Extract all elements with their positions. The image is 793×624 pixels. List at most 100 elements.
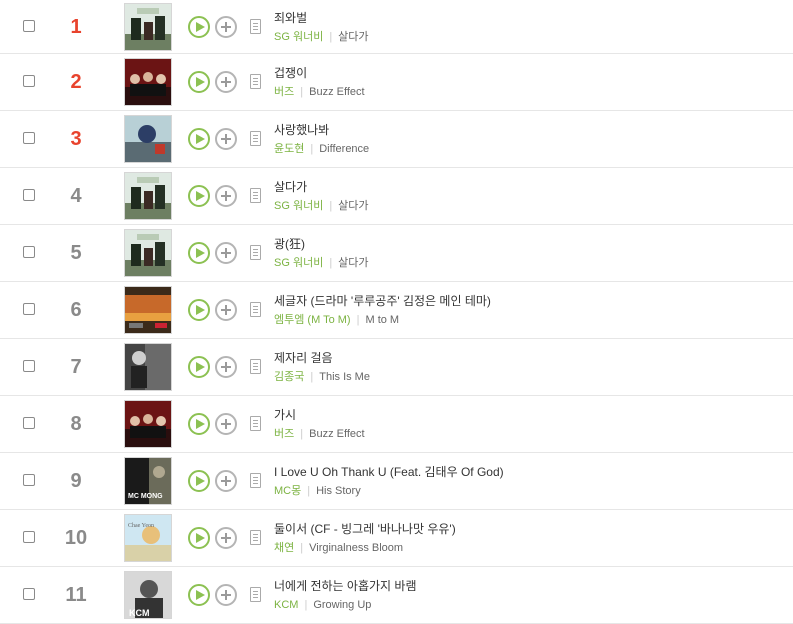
plus-icon[interactable] [215, 584, 237, 606]
select-checkbox[interactable] [23, 303, 35, 315]
lyrics-document-icon[interactable] [250, 473, 261, 488]
select-checkbox[interactable] [23, 531, 35, 543]
song-title[interactable]: 가시 [274, 407, 365, 423]
album-cover[interactable]: KCM [124, 571, 172, 619]
play-icon[interactable] [188, 356, 210, 378]
album-name[interactable]: 살다가 [338, 257, 368, 269]
artist-name[interactable]: 김종국 [274, 371, 304, 383]
lyrics-document-icon[interactable] [250, 530, 261, 545]
plus-icon[interactable] [215, 185, 237, 207]
album-name[interactable]: This Is Me [319, 371, 370, 383]
play-icon[interactable] [188, 527, 210, 549]
album-cover[interactable]: Chae Yeon [124, 514, 172, 562]
chart-row: 9 MC MONG I Love U Oh Thank U (Feat. 김태우… [0, 453, 793, 510]
play-icon[interactable] [188, 584, 210, 606]
select-checkbox[interactable] [23, 417, 35, 429]
song-title[interactable]: 광(狂) [274, 236, 369, 252]
play-icon[interactable] [188, 185, 210, 207]
song-title[interactable]: 너에게 전하는 아홉가지 바램 [274, 578, 416, 594]
select-checkbox[interactable] [23, 189, 35, 201]
chart-row: 2 겁쟁이 버즈 | Buzz Effect [0, 54, 793, 111]
select-checkbox[interactable] [23, 246, 35, 258]
select-checkbox[interactable] [23, 474, 35, 486]
separator: | [307, 485, 311, 497]
album-cover[interactable] [124, 400, 172, 448]
lyrics-document-icon[interactable] [250, 302, 261, 317]
lyrics-document-icon[interactable] [250, 359, 261, 374]
song-title[interactable]: 둘이서 (CF - 빙그레 '바나나맛 우유') [274, 521, 456, 537]
plus-icon[interactable] [215, 71, 237, 93]
play-icon[interactable] [188, 15, 210, 38]
play-icon[interactable] [188, 128, 210, 150]
separator: | [310, 143, 314, 155]
chart-row: 3 사랑했나봐 윤도현 | Difference [0, 111, 793, 168]
album-name[interactable]: His Story [316, 485, 361, 497]
rank-number: 1 [70, 15, 82, 38]
select-checkbox[interactable] [23, 360, 35, 372]
plus-icon[interactable] [215, 15, 237, 38]
plus-icon[interactable] [215, 413, 237, 435]
separator: | [329, 200, 333, 212]
album-cover[interactable] [124, 115, 172, 163]
plus-icon[interactable] [215, 470, 237, 492]
play-icon[interactable] [188, 299, 210, 321]
album-name[interactable]: Buzz Effect [309, 86, 364, 98]
song-title[interactable]: 겁쟁이 [274, 65, 365, 81]
album-cover[interactable] [124, 229, 172, 277]
artist-name[interactable]: 채연 [274, 542, 294, 554]
album-name[interactable]: 살다가 [338, 200, 368, 212]
lyrics-document-icon[interactable] [250, 74, 261, 89]
lyrics-document-icon[interactable] [250, 416, 261, 431]
album-cover[interactable] [124, 172, 172, 220]
album-name[interactable]: 살다가 [338, 31, 368, 43]
album-cover[interactable] [124, 286, 172, 334]
artist-name[interactable]: 엠투엠 (M To M) [274, 314, 351, 326]
song-title[interactable]: 살다가 [274, 179, 369, 195]
album-name[interactable]: Difference [319, 143, 369, 155]
plus-icon[interactable] [215, 128, 237, 150]
select-checkbox[interactable] [23, 75, 35, 87]
plus-icon[interactable] [215, 527, 237, 549]
artist-name[interactable]: 버즈 [274, 86, 294, 98]
select-checkbox[interactable] [23, 588, 35, 600]
song-info: 사랑했나봐 윤도현 | Difference [274, 122, 369, 157]
lyrics-document-icon[interactable] [250, 188, 261, 203]
play-icon[interactable] [188, 242, 210, 264]
song-meta: SG 워너비 | 살다가 [274, 255, 369, 271]
plus-icon[interactable] [215, 242, 237, 264]
play-icon[interactable] [188, 413, 210, 435]
album-cover[interactable] [124, 2, 172, 51]
play-icon[interactable] [188, 470, 210, 492]
album-cover[interactable] [124, 58, 172, 106]
select-checkbox[interactable] [23, 19, 35, 32]
song-title[interactable]: 사랑했나봐 [274, 122, 369, 138]
artist-name[interactable]: SG 워너비 [274, 257, 323, 269]
album-cover[interactable] [124, 343, 172, 391]
lyrics-document-icon[interactable] [250, 245, 261, 260]
song-title[interactable]: 세글자 (드라마 '루루공주' 김정은 메인 테마) [274, 293, 491, 309]
song-title[interactable]: I Love U Oh Thank U (Feat. 김태우 Of God) [274, 464, 504, 480]
lyrics-document-icon[interactable] [250, 587, 261, 602]
song-title[interactable]: 죄와벌 [274, 10, 369, 26]
artist-name[interactable]: SG 워너비 [274, 31, 323, 43]
artist-name[interactable]: 윤도현 [274, 143, 304, 155]
artist-name[interactable]: KCM [274, 599, 298, 611]
plus-icon[interactable] [215, 356, 237, 378]
play-icon[interactable] [188, 71, 210, 93]
album-name[interactable]: Growing Up [313, 599, 371, 611]
artist-name[interactable]: MC몽 [274, 485, 301, 497]
rank-number: 2 [70, 71, 82, 93]
artist-name[interactable]: SG 워너비 [274, 200, 323, 212]
chart-row: 1 죄와벌 SG 워너비 | 살다가 [0, 0, 793, 54]
artist-name[interactable]: 버즈 [274, 428, 294, 440]
album-cover[interactable]: MC MONG [124, 457, 172, 505]
album-name[interactable]: Virginalness Bloom [309, 542, 403, 554]
album-name[interactable]: M to M [365, 314, 399, 326]
plus-icon[interactable] [215, 299, 237, 321]
select-checkbox[interactable] [23, 132, 35, 144]
lyrics-document-icon[interactable] [250, 131, 261, 146]
lyrics-document-icon[interactable] [250, 18, 261, 34]
album-name[interactable]: Buzz Effect [309, 428, 364, 440]
song-info: 광(狂) SG 워너비 | 살다가 [274, 236, 369, 271]
song-title[interactable]: 제자리 걸음 [274, 350, 370, 366]
